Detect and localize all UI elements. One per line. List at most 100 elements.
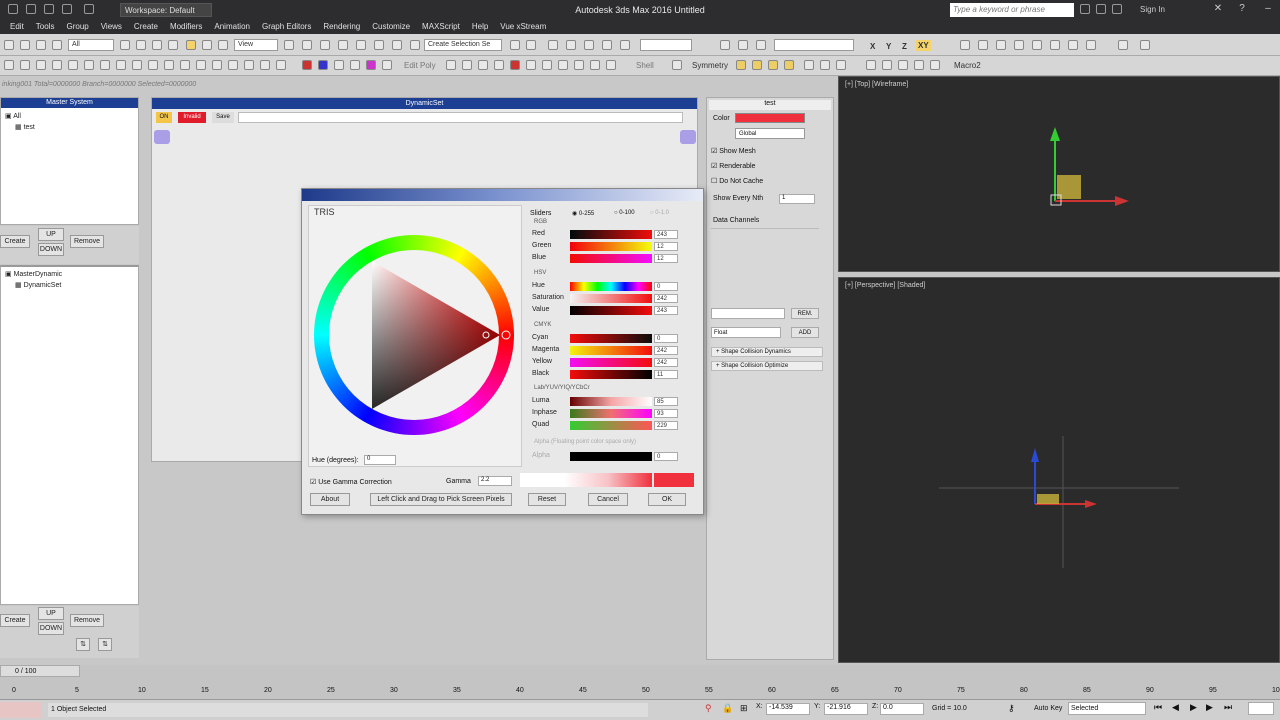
renderable-checkbox[interactable]: ☑ Renderable <box>711 162 755 170</box>
absolute-mode-icon[interactable]: ⊞ <box>740 703 748 714</box>
down-button[interactable]: DOWN <box>38 243 64 256</box>
render-setup-icon[interactable] <box>720 40 730 50</box>
alpha-value-field[interactable]: 0 <box>654 452 678 461</box>
tool-2-icon[interactable] <box>20 60 30 70</box>
named-selection-dropdown[interactable]: Create Selection Se <box>424 39 502 51</box>
community-icon[interactable] <box>1096 4 1106 14</box>
window-crossing-icon[interactable] <box>168 40 178 50</box>
tool-31-icon[interactable] <box>542 60 552 70</box>
symmetry-button[interactable]: Symmetry <box>692 61 728 70</box>
constraint-9-icon[interactable] <box>1118 40 1128 50</box>
add-button[interactable]: ADD <box>791 327 819 338</box>
curve-editor-icon[interactable] <box>584 40 594 50</box>
constraint-6-icon[interactable] <box>1050 40 1060 50</box>
tool-4-icon[interactable] <box>52 60 62 70</box>
tool-43-icon[interactable] <box>836 60 846 70</box>
rem-button[interactable]: REM. <box>791 308 819 319</box>
tool-9-icon[interactable] <box>132 60 142 70</box>
help-icon[interactable]: ? <box>1236 3 1248 15</box>
tool-37-icon[interactable] <box>736 60 746 70</box>
axis-y-button[interactable]: Y <box>886 42 891 51</box>
alpha-slider[interactable] <box>570 452 652 461</box>
up-button[interactable]: UP <box>38 228 64 241</box>
pick-screen-pixels-button[interactable]: Left Click and Drag to Pick Screen Pixel… <box>370 493 512 506</box>
tool-41-icon[interactable] <box>804 60 814 70</box>
tool-32-icon[interactable] <box>558 60 568 70</box>
time-slider[interactable]: 0 / 100 <box>0 665 80 677</box>
about-button[interactable]: About <box>310 493 350 506</box>
channel-name-field[interactable] <box>711 308 785 319</box>
green-slider[interactable] <box>570 242 652 251</box>
menu-graph-editors[interactable]: Graph Editors <box>258 20 319 34</box>
show-mesh-checkbox[interactable]: ☑ Show Mesh <box>711 147 756 155</box>
menu-views[interactable]: Views <box>97 20 130 34</box>
macro2-button[interactable]: Macro2 <box>954 61 981 70</box>
edit-poly-button[interactable]: Edit Poly <box>404 61 436 70</box>
menu-edit[interactable]: Edit <box>6 20 32 34</box>
key-icon[interactable]: ⚷ <box>1008 703 1015 714</box>
magenta-value-field[interactable]: 242 <box>654 346 678 355</box>
set-key-dropdown[interactable]: Selected <box>1068 702 1146 715</box>
constraint-icon[interactable] <box>960 40 970 50</box>
yellow-slider[interactable] <box>570 358 652 367</box>
luma-slider[interactable] <box>570 397 652 406</box>
inphase-value-field[interactable]: 93 <box>654 409 678 418</box>
rect-selection-icon[interactable] <box>152 40 162 50</box>
timeline[interactable]: 0 / 100 0 5 10 15 20 25 30 35 40 45 50 55 60 65 70 75 80… <box>0 665 1280 699</box>
tool-44-icon[interactable] <box>866 60 876 70</box>
tris-tab[interactable]: TRIS <box>314 207 335 217</box>
menu-help[interactable]: Help <box>468 20 496 34</box>
select-object-icon[interactable] <box>120 40 130 50</box>
tree-item-all[interactable]: ▣ All <box>5 112 21 120</box>
gamma-correction-checkbox[interactable]: ☑ Use Gamma Correction <box>310 478 392 486</box>
constraint-3-icon[interactable] <box>996 40 1006 50</box>
gamma-spinner[interactable]: 2.2 <box>478 476 512 486</box>
color-swatch[interactable] <box>735 113 805 123</box>
tool-40-icon[interactable] <box>784 60 794 70</box>
tool-46-icon[interactable] <box>898 60 908 70</box>
rotate-icon[interactable] <box>202 40 212 50</box>
lock-icon[interactable]: 🔒 <box>722 703 733 714</box>
space-dropdown[interactable]: Global <box>735 128 805 139</box>
tool-23-icon[interactable] <box>366 60 376 70</box>
up-button-2[interactable]: UP <box>38 607 64 620</box>
menu-modifiers[interactable]: Modifiers <box>166 20 210 34</box>
tree-item-dynamicset[interactable]: ▦ DynamicSet <box>15 281 61 289</box>
auto-key-button[interactable]: Auto Key <box>1034 705 1062 712</box>
tool-30-icon[interactable] <box>526 60 536 70</box>
link-icon[interactable] <box>4 40 14 50</box>
tool-48-icon[interactable] <box>930 60 940 70</box>
viewport-top-label[interactable]: [+] [Top] [Wireframe] <box>845 81 908 88</box>
search-icon[interactable] <box>1080 4 1090 14</box>
hue-value-field[interactable]: 0 <box>654 282 678 291</box>
red-slider[interactable] <box>570 230 652 239</box>
z-coordinate-field[interactable]: 0.0 <box>880 703 924 715</box>
tool-1-icon[interactable] <box>4 60 14 70</box>
material-editor-icon[interactable] <box>620 40 630 50</box>
black-value-field[interactable]: 11 <box>654 370 678 379</box>
scene-explorer-icon[interactable] <box>566 40 576 50</box>
blue-value-field[interactable]: 12 <box>654 254 678 263</box>
tool-33-icon[interactable] <box>574 60 584 70</box>
down-button-2[interactable]: DOWN <box>38 622 64 635</box>
sign-in-link[interactable]: Sign In <box>1140 5 1165 14</box>
render-frame-icon[interactable] <box>738 40 748 50</box>
create-button-2[interactable]: Create <box>0 614 30 627</box>
axis-xy-button[interactable]: XY <box>916 40 931 51</box>
left-port-icon[interactable] <box>154 130 170 144</box>
select-manipulate-icon[interactable] <box>302 40 312 50</box>
exchange-icon[interactable]: ✕ <box>1212 3 1224 15</box>
tool-28-icon[interactable] <box>494 60 504 70</box>
align-icon[interactable] <box>526 40 536 50</box>
tool-19-icon[interactable] <box>302 60 312 70</box>
cyan-value-field[interactable]: 0 <box>654 334 678 343</box>
rollout-collision-optimize[interactable]: + Shape Collision Optimize <box>711 361 823 371</box>
menu-tools[interactable]: Tools <box>32 20 63 34</box>
tool-26-icon[interactable] <box>462 60 472 70</box>
saturation-slider[interactable] <box>570 294 652 303</box>
menu-maxscript[interactable]: MAXScript <box>418 20 468 34</box>
saturation-value-field[interactable]: 242 <box>654 294 678 303</box>
do-not-cache-checkbox[interactable]: ☐ Do Not Cache <box>711 177 763 185</box>
axis-x-button[interactable]: X <box>870 42 875 51</box>
minimize-icon[interactable]: – <box>1262 3 1274 15</box>
